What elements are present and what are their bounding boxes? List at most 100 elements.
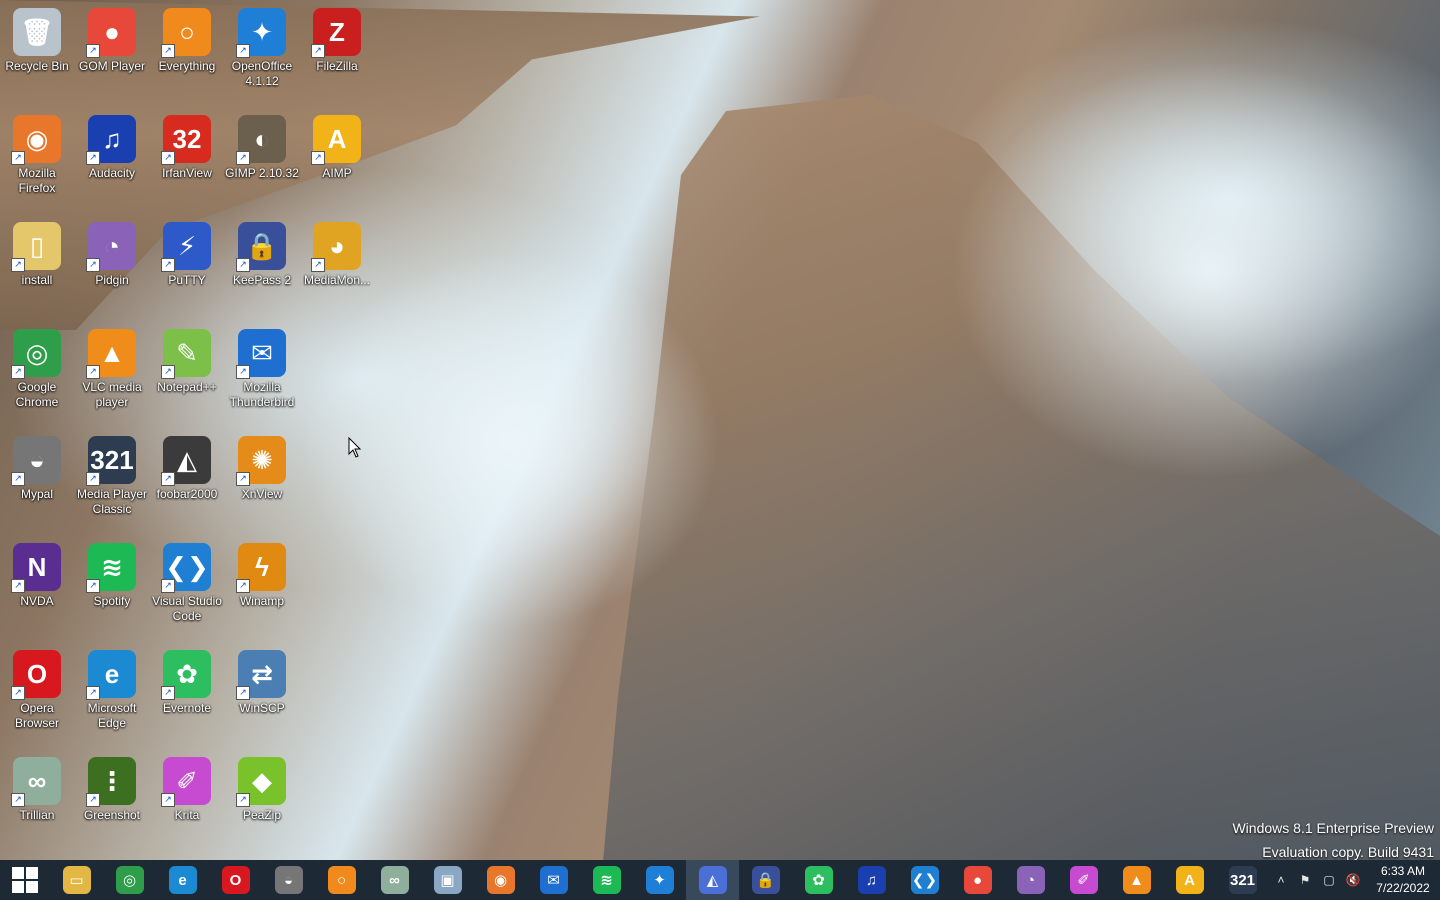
taskbar-button[interactable]: ✦ bbox=[633, 860, 686, 900]
desktop-shortcut[interactable]: ▯ ↗ install bbox=[0, 220, 74, 288]
shortcut-arrow-icon: ↗ bbox=[86, 258, 100, 272]
taskbar-file-explorer-icon: ▭ bbox=[62, 866, 91, 894]
putty-icon: ⚡ ↗ bbox=[161, 222, 211, 272]
desktop-shortcut[interactable]: ▲ ↗ VLC media player bbox=[75, 327, 149, 410]
spotify-icon: ≋ ↗ bbox=[86, 543, 136, 593]
taskbar-button[interactable]: ✐ bbox=[1057, 860, 1110, 900]
desktop-shortcut[interactable]: ◔ ↗ Pidgin bbox=[75, 220, 149, 288]
taskbar-button[interactable]: ◒ bbox=[262, 860, 315, 900]
taskbar-button[interactable]: ❮❯ bbox=[898, 860, 951, 900]
shortcut-arrow-icon: ↗ bbox=[11, 793, 25, 807]
taskbar-gom-player-icon: ● bbox=[963, 866, 992, 894]
taskbar-button[interactable]: ✿ bbox=[792, 860, 845, 900]
desktop-shortcut[interactable]: ⚡ ↗ PuTTY bbox=[150, 220, 224, 288]
aimp-icon: A ↗ bbox=[311, 115, 361, 165]
shortcut-arrow-icon: ↗ bbox=[236, 365, 250, 379]
desktop-shortcut[interactable]: ⇄ ↗ WinSCP bbox=[225, 648, 299, 716]
taskbar-button[interactable]: ● bbox=[951, 860, 1004, 900]
desktop-icon-label: FileZilla bbox=[316, 59, 358, 73]
desktop-shortcut[interactable]: ◆ ↗ PeaZip bbox=[225, 755, 299, 823]
foobar2000-icon: ◭ ↗ bbox=[161, 436, 211, 486]
desktop-shortcut[interactable]: 321 ↗ Media Player Classic bbox=[75, 434, 149, 517]
desktop-shortcut[interactable]: A ↗ AIMP bbox=[300, 113, 374, 181]
desktop-shortcut[interactable]: ◭ ↗ foobar2000 bbox=[150, 434, 224, 502]
desktop-shortcut[interactable]: ⋮ ↗ Greenshot bbox=[75, 755, 149, 823]
desktop-shortcut[interactable]: ● ↗ GOM Player bbox=[75, 6, 149, 74]
taskbar-button[interactable]: ≋ bbox=[580, 860, 633, 900]
desktop-shortcut[interactable]: ✺ ↗ XnView bbox=[225, 434, 299, 502]
desktop-shortcut[interactable]: ◕ ↗ MediaMon... bbox=[300, 220, 374, 288]
shortcut-arrow-icon: ↗ bbox=[161, 151, 175, 165]
desktop-shortcut[interactable]: ◐ ↗ GIMP 2.10.32 bbox=[225, 113, 299, 181]
taskbar-button[interactable]: ∞ bbox=[368, 860, 421, 900]
tray-network-icon[interactable]: ▢ bbox=[1317, 860, 1341, 900]
taskbar-button[interactable]: e bbox=[156, 860, 209, 900]
desktop-shortcut[interactable]: ✐ ↗ Krita bbox=[150, 755, 224, 823]
desktop-shortcut[interactable]: ○ ↗ Everything bbox=[150, 6, 224, 74]
desktop-shortcut[interactable]: ϟ ↗ Winamp bbox=[225, 541, 299, 609]
evernote-icon: ✿ ↗ bbox=[161, 650, 211, 700]
thunderbird-icon: ✉ ↗ bbox=[236, 329, 286, 379]
taskbar-button[interactable]: O bbox=[209, 860, 262, 900]
desktop-shortcut[interactable]: N ↗ NVDA bbox=[0, 541, 74, 609]
desktop-icon-label: GIMP 2.10.32 bbox=[225, 166, 299, 180]
taskbar-button[interactable]: ▲ bbox=[1110, 860, 1163, 900]
tray-flag-icon[interactable]: ⚑ bbox=[1293, 860, 1317, 900]
desktop-shortcut[interactable]: ◉ ↗ Mozilla Firefox bbox=[0, 113, 74, 196]
shortcut-arrow-icon: ↗ bbox=[236, 151, 250, 165]
taskbar-button[interactable]: ◎ bbox=[103, 860, 156, 900]
taskbar-clock[interactable]: 6:33 AM 7/22/2022 bbox=[1365, 863, 1440, 897]
desktop-shortcut[interactable]: ✎ ↗ Notepad++ bbox=[150, 327, 224, 395]
desktop-icon-glyph: 🗑 bbox=[20, 16, 54, 47]
desktop-shortcut[interactable]: ❮❯ ↗ Visual Studio Code bbox=[150, 541, 224, 624]
desktop-shortcut[interactable]: 32 ↗ IrfanView bbox=[150, 113, 224, 181]
tray-chevron-icon[interactable]: ˄ bbox=[1269, 860, 1293, 900]
taskbar-button[interactable]: 🔒 bbox=[739, 860, 792, 900]
recycle-bin-icon: 🗑 bbox=[13, 8, 61, 56]
desktop-shortcut[interactable]: 🗑 Recycle Bin bbox=[0, 6, 74, 74]
desktop-shortcut[interactable]: ≋ ↗ Spotify bbox=[75, 541, 149, 609]
desktop-shortcut[interactable]: ✦ ↗ OpenOffice 4.1.12 bbox=[225, 6, 299, 89]
desktop-shortcut[interactable]: 🔒 ↗ KeePass 2 bbox=[225, 220, 299, 288]
taskbar-button[interactable]: ♫ bbox=[845, 860, 898, 900]
vscode-icon: ❮❯ ↗ bbox=[161, 543, 211, 593]
taskbar-keepass-icon: 🔒 bbox=[751, 866, 780, 894]
winscp-icon: ⇄ ↗ bbox=[236, 650, 286, 700]
shortcut-arrow-icon: ↗ bbox=[86, 472, 100, 486]
desktop-icon-label: Visual Studio Code bbox=[152, 594, 222, 623]
desktop-icon-label: GOM Player bbox=[78, 59, 145, 73]
chrome-icon: ◎ ↗ bbox=[11, 329, 61, 379]
taskbar-button[interactable]: ▭ bbox=[50, 860, 103, 900]
desktop-shortcut[interactable]: ✿ ↗ Evernote bbox=[150, 648, 224, 716]
desktop-background[interactable]: 🗑 Recycle Bin ● ↗ GOM Player ○ ↗ Everything ✦ ↗ Op… bbox=[0, 0, 1440, 860]
shortcut-arrow-icon: ↗ bbox=[161, 44, 175, 58]
taskbar-button[interactable]: ○ bbox=[315, 860, 368, 900]
desktop-icon-label: KeePass 2 bbox=[232, 273, 292, 287]
taskbar-button[interactable]: ▣ bbox=[421, 860, 474, 900]
desktop-shortcut[interactable]: ∞ ↗ Trillian bbox=[0, 755, 74, 823]
taskbar-button[interactable]: A bbox=[1163, 860, 1216, 900]
taskbar-button[interactable]: ◔ bbox=[1004, 860, 1057, 900]
desktop-shortcut[interactable]: O ↗ Opera Browser bbox=[0, 648, 74, 731]
taskbar-vscode-icon: ❮❯ bbox=[910, 866, 939, 894]
desktop-shortcut[interactable]: ◒ ↗ Mypal bbox=[0, 434, 74, 502]
desktop-shortcut[interactable]: ◎ ↗ Google Chrome bbox=[0, 327, 74, 410]
shortcut-arrow-icon: ↗ bbox=[11, 365, 25, 379]
audacity-icon: ♫ ↗ bbox=[86, 115, 136, 165]
shortcut-arrow-icon: ↗ bbox=[236, 579, 250, 593]
clock-date: 7/22/2022 bbox=[1376, 881, 1430, 895]
desktop-icon-label: PeaZip bbox=[242, 808, 282, 822]
taskbar-monitor-icon: ▣ bbox=[433, 866, 462, 894]
start-button[interactable] bbox=[0, 860, 50, 900]
desktop-shortcut[interactable]: Z ↗ FileZilla bbox=[300, 6, 374, 74]
taskbar-mypal-icon: ◒ bbox=[274, 866, 303, 894]
desktop-shortcut[interactable]: e ↗ Microsoft Edge bbox=[75, 648, 149, 731]
taskbar-button[interactable]: ✉ bbox=[527, 860, 580, 900]
desktop-shortcut[interactable]: ✉ ↗ Mozilla Thunderbird bbox=[225, 327, 299, 410]
taskbar-button[interactable]: ◭ bbox=[686, 860, 739, 900]
desktop-shortcut[interactable]: ♫ ↗ Audacity bbox=[75, 113, 149, 181]
shortcut-arrow-icon: ↗ bbox=[11, 579, 25, 593]
taskbar-button[interactable]: ◉ bbox=[474, 860, 527, 900]
taskbar-button[interactable]: 321 bbox=[1216, 860, 1269, 900]
tray-volume-icon[interactable]: 🔇 bbox=[1341, 860, 1365, 900]
